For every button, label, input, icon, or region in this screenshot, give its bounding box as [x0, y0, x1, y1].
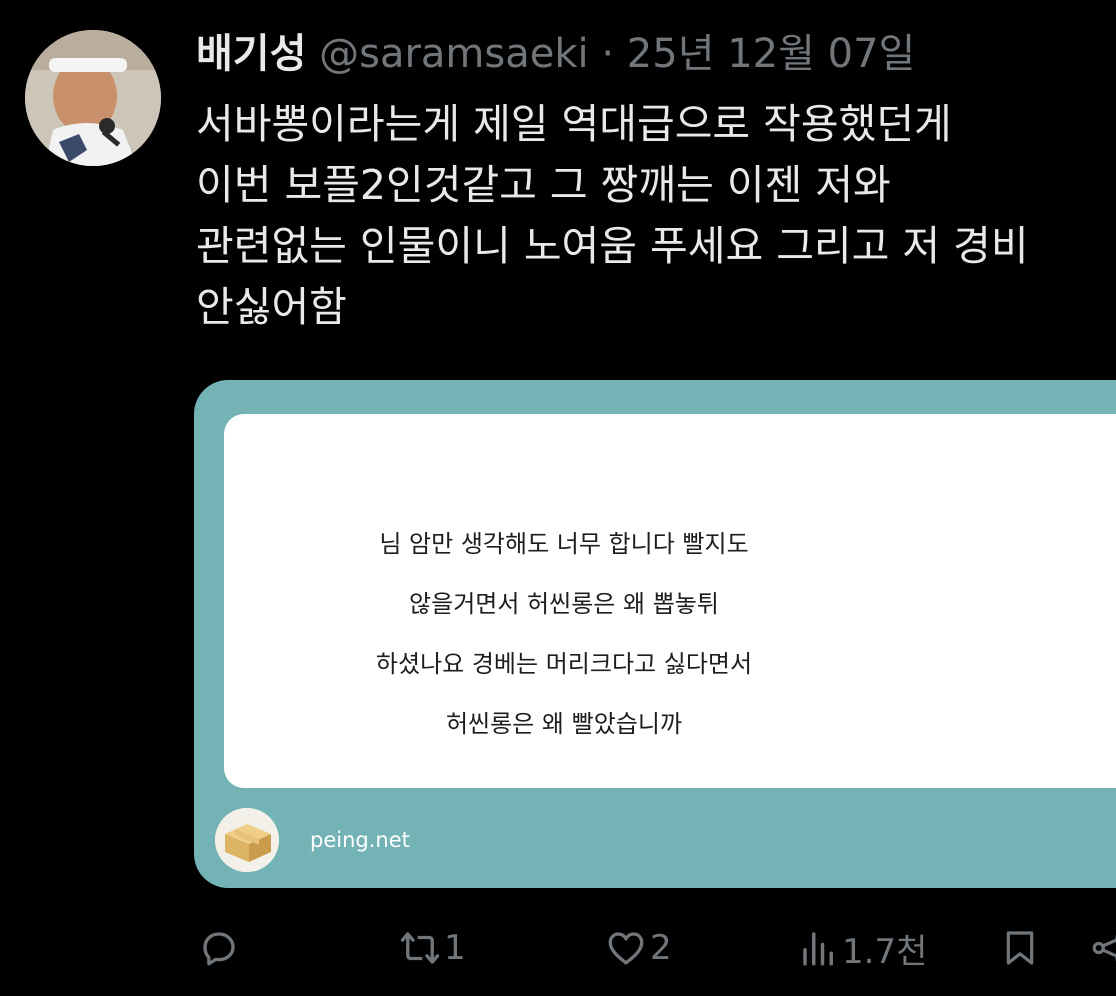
- retweet-icon: [400, 932, 440, 964]
- question-line: 허씬롱은 왜 빨았습니까: [445, 710, 683, 738]
- action-bar: 1 2 1.7천: [0, 918, 1116, 978]
- reply-icon: [203, 932, 235, 966]
- question-line: 님 암만 생각해도 너무 합니다 빨지도: [379, 530, 749, 558]
- heart-icon: [608, 932, 644, 965]
- like-count: 2: [650, 928, 672, 968]
- question-line: 하셨나요 경베는 머리크다고 싫다면서: [375, 650, 753, 678]
- views-count: 1.7천: [842, 931, 928, 972]
- views-button[interactable]: 1.7천: [798, 918, 927, 978]
- share-button[interactable]: [1090, 918, 1116, 978]
- post-text-line: 관련없는 인물이니 노여움 푸세요 그리고 저 경비: [196, 222, 1029, 270]
- question-line: 않을거면서 허씬롱은 왜 뽑놓튀: [409, 590, 719, 618]
- bookmark-icon: [1006, 931, 1034, 965]
- like-button[interactable]: 2: [604, 918, 672, 978]
- share-icon: [1092, 934, 1116, 962]
- meta-separator: ·: [601, 31, 615, 77]
- question-text: 님 암만 생각해도 너무 합니다 빨지도 않을거면서 허씬롱은 왜 뽑놓튀 하셨…: [224, 514, 904, 754]
- box-icon: [215, 808, 279, 872]
- tweet: 배기성 @saramsaeki · 25년 12월 07일 서바뽕이라는게 제일…: [0, 0, 1116, 996]
- avatar-image: [25, 30, 161, 166]
- post-text-line: 안싫어함: [196, 283, 347, 331]
- question-card: 님 암만 생각해도 너무 합니다 빨지도 않을거면서 허씬롱은 왜 뽑놓튀 하셨…: [224, 414, 1116, 788]
- post-date[interactable]: 25년 12월 07일: [627, 31, 916, 77]
- post-header: 배기성 @saramsaeki · 25년 12월 07일: [196, 24, 915, 84]
- retweet-button[interactable]: 1: [398, 918, 466, 978]
- avatar[interactable]: [25, 30, 161, 166]
- retweet-count: 1: [444, 928, 466, 968]
- link-card[interactable]: 님 암만 생각해도 너무 합니다 빨지도 않을거면서 허씬롱은 왜 뽑놓튀 하셨…: [194, 380, 1116, 888]
- views-icon: [803, 932, 833, 966]
- author-name[interactable]: 배기성: [196, 31, 306, 77]
- reply-button[interactable]: [198, 918, 240, 978]
- bookmark-button[interactable]: [1000, 918, 1040, 978]
- card-domain[interactable]: peing.net: [310, 824, 410, 856]
- post-text-line: 서바뽕이라는게 제일 역대급으로 작용했던게: [196, 100, 952, 148]
- post-text: 서바뽕이라는게 제일 역대급으로 작용했던게 이번 보플2인것같고 그 짱깨는 …: [196, 94, 1116, 338]
- author-handle[interactable]: @saramsaeki: [319, 31, 589, 77]
- post-text-line: 이번 보플2인것같고 그 짱깨는 이젠 저와: [196, 161, 891, 209]
